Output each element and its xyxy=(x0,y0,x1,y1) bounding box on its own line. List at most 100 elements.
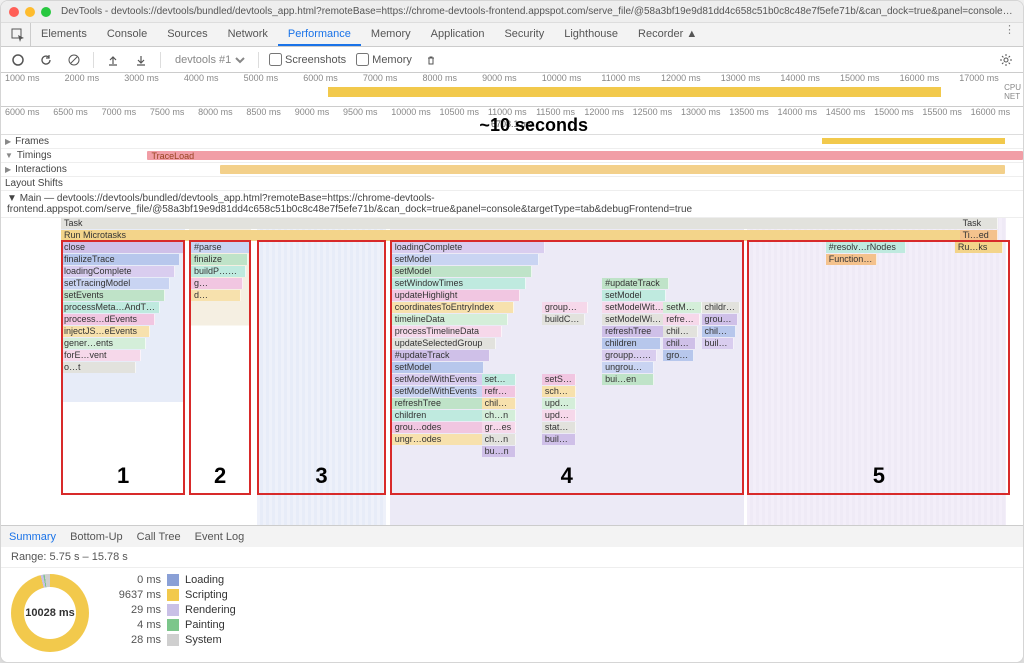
flame-bar[interactable]: setWindowTimes xyxy=(392,278,527,289)
flame-bar[interactable]: updat…tats xyxy=(542,410,576,421)
flame-bar[interactable]: gener…ents xyxy=(61,338,146,349)
flame-bar[interactable]: buildChildren xyxy=(702,338,735,349)
flame-bar[interactable]: process…dEvents xyxy=(61,314,155,325)
tab-lighthouse[interactable]: Lighthouse xyxy=(554,23,628,46)
flame-bar[interactable]: loadingComplete xyxy=(392,242,545,253)
flame-bar[interactable]: group…Nodes xyxy=(542,302,588,313)
tab-sources[interactable]: Sources xyxy=(157,23,217,46)
flame-bar[interactable]: o…t xyxy=(61,362,136,373)
flame-bar[interactable]: setMod…vents xyxy=(482,374,516,385)
clear-icon[interactable] xyxy=(65,51,83,69)
flame-bar[interactable]: setModel xyxy=(392,362,484,373)
traceload-bar[interactable]: TraceLoad xyxy=(147,151,1023,160)
flame-bar[interactable]: #updateTrack xyxy=(392,350,490,361)
flame-bar[interactable]: buildChildren xyxy=(542,314,586,325)
flame-bar[interactable]: refreshTree xyxy=(663,314,699,325)
tab-security[interactable]: Security xyxy=(494,23,554,46)
flame-bar[interactable]: processMeta…AndThreads xyxy=(61,302,160,313)
flame-bar[interactable]: updateSelectedGroup xyxy=(392,338,496,349)
flame-function-call[interactable]: Function Call xyxy=(826,254,878,265)
flame-bar[interactable]: stats…ange xyxy=(542,422,576,433)
flame-bar[interactable]: updateHighlight xyxy=(392,290,520,301)
flame-bar[interactable]: children xyxy=(482,398,516,409)
tab-memory[interactable]: Memory xyxy=(361,23,421,46)
flame-bar[interactable]: finalize xyxy=(191,254,248,265)
flame-bar[interactable]: gr…es xyxy=(482,422,516,433)
kebab-menu-icon[interactable]: ⋮ xyxy=(996,23,1023,46)
record-icon[interactable] xyxy=(9,51,27,69)
flame-bar[interactable]: refreshTree xyxy=(392,398,484,409)
flame-bar[interactable]: finalizeTrace xyxy=(61,254,180,265)
flame-bar[interactable]: setModel xyxy=(392,254,539,265)
flame-bar[interactable]: refreshTree xyxy=(482,386,516,397)
flame-chart[interactable]: Task Task Run Microtasks Ti…ed closefina… xyxy=(1,218,1023,525)
recordings-dropdown[interactable]: devtools #1 xyxy=(171,53,248,67)
flame-bar[interactable]: build…eded xyxy=(542,434,576,445)
upload-icon[interactable] xyxy=(104,51,122,69)
flame-bar[interactable]: children xyxy=(392,410,484,421)
flame-bar[interactable]: children xyxy=(702,302,740,313)
traffic-lights[interactable] xyxy=(9,7,51,17)
flame-bar[interactable]: children xyxy=(602,338,661,349)
flame-bar[interactable]: #parse xyxy=(191,242,250,253)
gear-icon[interactable] xyxy=(997,51,1015,69)
screenshots-checkbox[interactable]: Screenshots xyxy=(269,53,346,66)
flame-bar[interactable]: setMo…vents xyxy=(663,302,701,313)
flame-bar[interactable]: setModelWithEvents xyxy=(602,302,671,313)
download-icon[interactable] xyxy=(132,51,150,69)
flame-bar[interactable]: setSelection xyxy=(542,374,576,385)
flame-bar[interactable]: children xyxy=(702,326,736,337)
tab-performance[interactable]: Performance xyxy=(278,23,361,46)
close-window-icon[interactable] xyxy=(9,7,19,17)
minimize-window-icon[interactable] xyxy=(25,7,35,17)
flame-bar[interactable]: bu…n xyxy=(482,446,516,457)
flame-bar[interactable]: grou…odes xyxy=(392,422,484,433)
flame-bar[interactable]: processTimelineData xyxy=(392,326,502,337)
flame-bar[interactable]: ch…n xyxy=(482,410,516,421)
flame-bar[interactable]: setModel xyxy=(602,290,666,301)
flame-bar[interactable]: refreshTree xyxy=(602,326,664,337)
flame-bar[interactable]: group…Nodes xyxy=(702,314,738,325)
tab-console[interactable]: Console xyxy=(97,23,157,46)
flame-bar[interactable]: bui…en xyxy=(602,374,654,385)
flame-bar[interactable]: sche…dow xyxy=(542,386,576,397)
flame-bar[interactable]: groupp…Nodes xyxy=(602,350,657,361)
trash-icon[interactable] xyxy=(422,51,440,69)
tab-elements[interactable]: Elements xyxy=(31,23,97,46)
memory-checkbox[interactable]: Memory xyxy=(356,53,412,66)
tab-recorder-[interactable]: Recorder ▲ xyxy=(628,23,707,46)
flame-bar[interactable]: coordinatesToEntryIndex xyxy=(392,302,514,313)
flame-right-ruks[interactable]: Ru…ks xyxy=(955,242,1003,253)
flame-bar[interactable]: buildP…Calls xyxy=(191,266,246,277)
footer-tab-summary[interactable]: Summary xyxy=(9,531,56,543)
flame-task[interactable]: Task xyxy=(61,218,998,229)
flame-task-right[interactable]: Task xyxy=(960,218,998,229)
interactions-section[interactable]: ▶Interactions xyxy=(1,163,1023,177)
flame-bar[interactable]: g… xyxy=(191,278,243,289)
flame-resolve-nodes[interactable]: #resolv…rNodes xyxy=(826,242,906,253)
flame-bar[interactable]: children xyxy=(663,338,696,349)
overview-timeline[interactable]: 1000 ms2000 ms3000 ms4000 ms5000 ms6000 … xyxy=(1,73,1023,107)
flame-bar[interactable]: ungr…odes xyxy=(392,434,484,445)
flame-microtasks[interactable]: Run Microtasks xyxy=(61,230,998,241)
flame-bar[interactable]: forE…vent xyxy=(61,350,141,361)
flame-bar[interactable]: upda…dow xyxy=(542,398,576,409)
flame-bar[interactable]: gro…es xyxy=(663,350,694,361)
flame-bar[interactable]: setModelWithEvents xyxy=(392,374,484,385)
flame-bar[interactable]: setModelWithEvents xyxy=(602,314,667,325)
reload-icon[interactable] xyxy=(37,51,55,69)
flame-bar[interactable]: ungrou…Nodes xyxy=(602,362,654,373)
tab-application[interactable]: Application xyxy=(421,23,495,46)
inspect-element-icon[interactable] xyxy=(5,23,31,46)
timings-section[interactable]: ▼Timings TraceLoad xyxy=(1,149,1023,163)
layout-shifts-section[interactable]: Layout Shifts xyxy=(1,177,1023,191)
flame-bar[interactable]: d… xyxy=(191,290,241,301)
flame-bar[interactable]: injectJS…eEvents xyxy=(61,326,150,337)
interactions-bar[interactable] xyxy=(220,165,1004,174)
flame-bar[interactable]: setEvents xyxy=(61,290,165,301)
footer-tab-bottom-up[interactable]: Bottom-Up xyxy=(70,531,123,543)
flame-bar[interactable]: children xyxy=(663,326,697,337)
flame-bar[interactable]: setModel xyxy=(392,266,533,277)
tab-network[interactable]: Network xyxy=(218,23,278,46)
frames-section[interactable]: ▶Frames xyxy=(1,135,1023,149)
